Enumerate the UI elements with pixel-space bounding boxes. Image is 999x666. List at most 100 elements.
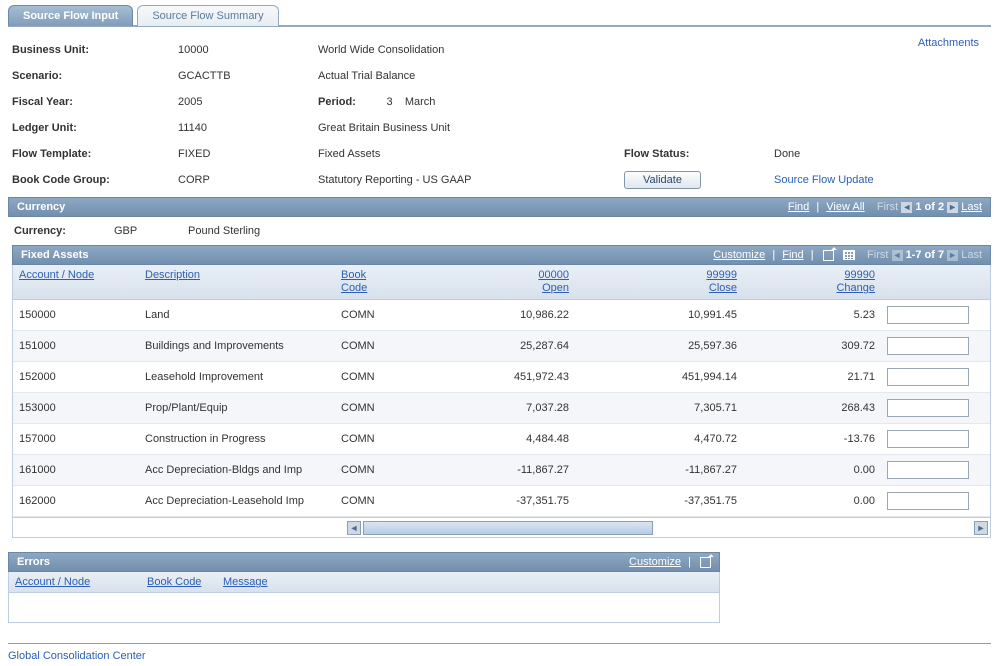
cell-account: 151000 [13,334,139,358]
currency-code: GBP [114,225,188,237]
currency-find-link[interactable]: Find [788,201,809,213]
cell-open: -37,351.75 [407,489,575,513]
cell-description: Land [139,303,335,327]
cell-input [881,362,975,392]
cell-change: 268.43 [743,396,881,420]
errors-col-account[interactable]: Account / Node [9,572,141,592]
cell-change: 21.71 [743,365,881,389]
cell-account: 152000 [13,365,139,389]
currency-last-link[interactable]: Last [961,201,982,213]
source-flow-update-link[interactable]: Source Flow Update [774,174,874,186]
cell-input [881,393,975,423]
cell-account: 162000 [13,489,139,513]
cell-input [881,455,975,485]
cell-account: 150000 [13,303,139,327]
table-row: 157000Construction in ProgressCOMN4,484.… [13,424,990,455]
hscroll-thumb[interactable] [363,521,653,535]
cell-description: Prop/Plant/Equip [139,396,335,420]
period-group: Period: 3 March [318,96,991,108]
ledger-unit-desc: Great Britain Business Unit [318,122,991,134]
cell-change: 309.72 [743,334,881,358]
currency-position: 1 of 2 [915,201,944,213]
cell-change: -13.76 [743,427,881,451]
validate-button[interactable]: Validate [624,171,701,189]
flow-template-label: Flow Template: [8,148,178,160]
currency-next-icon[interactable]: ► [947,202,958,213]
cell-account: 153000 [13,396,139,420]
attachments-link[interactable]: Attachments [918,37,979,49]
scenario-value: GCACTTB [178,70,318,82]
currency-viewall-link[interactable]: View All [826,201,864,213]
business-unit-label: Business Unit: [8,44,178,56]
cell-change: 5.23 [743,303,881,327]
col-close[interactable]: 99999 Close [575,265,743,299]
col-input [881,265,975,299]
col-account[interactable]: Account / Node [13,265,139,299]
currency-prev-icon[interactable]: ◄ [901,202,912,213]
grid-customize-link[interactable]: Customize [713,249,765,261]
fiscal-year-value: 2005 [178,96,318,108]
errors-title: Errors [17,556,50,568]
tab-source-flow-summary[interactable]: Source Flow Summary [137,5,278,26]
hscroll-right-icon[interactable]: ► [974,521,988,535]
grid-next-icon: ► [947,250,958,261]
hscroll-left-icon[interactable]: ◄ [347,521,361,535]
cell-book-code: COMN [335,458,407,482]
row-input[interactable] [887,492,969,510]
col-open[interactable]: 00000 Open [407,265,575,299]
errors-customize-link[interactable]: Customize [629,556,681,568]
cell-input [881,331,975,361]
table-row: 153000Prop/Plant/EquipCOMN7,037.287,305.… [13,393,990,424]
book-code-group-label: Book Code Group: [8,174,178,186]
cell-book-code: COMN [335,334,407,358]
cell-close: -37,351.75 [575,489,743,513]
cell-account: 161000 [13,458,139,482]
table-row: 150000LandCOMN10,986.2210,991.455.23 [13,300,990,331]
row-input[interactable] [887,430,969,448]
grid-find-link[interactable]: Find [782,249,803,261]
grid-first-link: First [867,249,888,261]
errors-popout-icon[interactable] [700,557,711,568]
cell-description: Construction in Progress [139,427,335,451]
cell-close: 7,305.71 [575,396,743,420]
cell-open: 7,037.28 [407,396,575,420]
col-description[interactable]: Description [139,265,335,299]
row-input[interactable] [887,306,969,324]
cell-change: 0.00 [743,458,881,482]
table-row: 161000Acc Depreciation-Bldgs and ImpCOMN… [13,455,990,486]
col-book-code[interactable]: Book Code [335,265,407,299]
grid-view-icon[interactable] [843,250,855,260]
grid-prev-icon: ◄ [892,250,903,261]
row-input[interactable] [887,461,969,479]
currency-name: Pound Sterling [188,225,260,237]
tab-source-flow-input[interactable]: Source Flow Input [8,5,133,26]
cell-account: 157000 [13,427,139,451]
cell-open: 10,986.22 [407,303,575,327]
cell-book-code: COMN [335,365,407,389]
cell-open: 451,972.43 [407,365,575,389]
cell-description: Acc Depreciation-Leasehold Imp [139,489,335,513]
row-input[interactable] [887,337,969,355]
cell-close: 25,597.36 [575,334,743,358]
table-row: 151000Buildings and ImprovementsCOMN25,2… [13,331,990,362]
row-input[interactable] [887,368,969,386]
grid-range: 1-7 of 7 [906,249,945,261]
flow-template-desc: Fixed Assets [318,148,624,160]
cell-close: 4,470.72 [575,427,743,451]
cell-close: 10,991.45 [575,303,743,327]
row-input[interactable] [887,399,969,417]
popout-icon[interactable] [823,250,834,261]
table-row: 162000Acc Depreciation-Leasehold ImpCOMN… [13,486,990,517]
errors-col-book-code[interactable]: Book Code [141,572,217,592]
errors-col-message[interactable]: Message [217,572,719,592]
ledger-unit-value: 11140 [178,122,318,134]
global-consolidation-center-link[interactable]: Global Consolidation Center [8,650,146,662]
flow-status-label: Flow Status: [624,148,689,160]
scenario-label: Scenario: [8,70,178,82]
cell-description: Leasehold Improvement [139,365,335,389]
book-code-group-value: CORP [178,174,318,186]
cell-book-code: COMN [335,303,407,327]
col-change[interactable]: 99990 Change [743,265,881,299]
scenario-desc: Actual Trial Balance [318,70,991,82]
fiscal-year-label: Fiscal Year: [8,96,178,108]
